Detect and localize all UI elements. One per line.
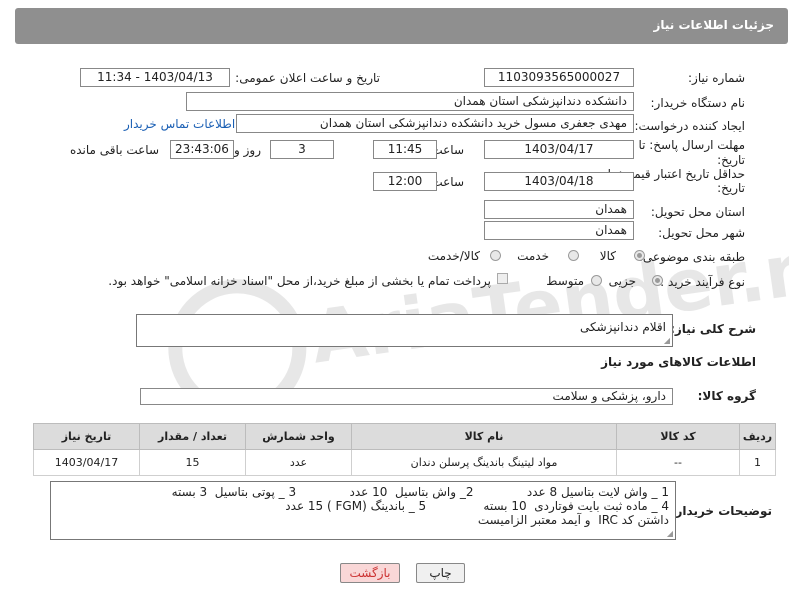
category-radio-goods[interactable] — [634, 250, 645, 261]
resize-grip-icon: ◢ — [666, 529, 673, 538]
need-number-label: شماره نیاز: — [688, 71, 745, 85]
reply-deadline-label: مهلت ارسال پاسخ: تا — [638, 138, 745, 152]
resize-grip-icon: ◢ — [663, 336, 670, 345]
description-textarea[interactable]: اقلام دندانپزشکی ◢ — [136, 314, 673, 347]
cell-item-code: -- — [616, 449, 740, 476]
goods-section-title: اطلاعات کالاهای مورد نیاز — [601, 355, 756, 369]
category-radio-goods-service[interactable] — [490, 250, 501, 261]
process-label: نوع فرآیند خرید : — [660, 275, 745, 289]
table-header-row: ردیف کد کالا نام کالا واحد شمارش تعداد /… — [33, 423, 776, 450]
items-table: ردیف کد کالا نام کالا واحد شمارش تعداد /… — [33, 423, 776, 476]
description-label: شرح کلی نیاز: — [670, 322, 756, 336]
notes-line-1: 1 _ واش لایت بتاسیل 8 عدد 2_ واش بتاسیل … — [171, 485, 669, 499]
contact-info-link[interactable]: اطلاعات تماس خریدار — [124, 117, 235, 131]
announce-field: 1403/04/13 - 11:34 — [80, 68, 230, 87]
col-unit: واحد شمارش — [245, 423, 352, 450]
buyer-notes-textarea[interactable]: 1 _ واش لایت بتاسیل 8 عدد 2_ واش بتاسیل … — [50, 481, 676, 540]
price-date-field: 1403/04/18 — [484, 172, 634, 191]
reply-deadline-label-2: تاریخ: — [717, 153, 745, 167]
days-label: روز و — [234, 143, 261, 157]
process-option-medium: متوسط — [546, 274, 584, 288]
announce-label: تاریخ و ساعت اعلان عمومی: — [235, 71, 380, 85]
panel-header: جزئیات اطلاعات نیاز — [15, 8, 788, 44]
col-row-number: ردیف — [739, 423, 776, 450]
remaining-time-field: 23:43:06 — [170, 140, 234, 159]
reply-time-field: 11:45 — [373, 140, 437, 159]
category-option-goods-service: کالا/خدمت — [427, 249, 480, 263]
treasury-payment-note: پرداخت تمام یا بخشی از مبلغ خرید،از محل … — [108, 274, 491, 288]
category-label: طبقه بندی موضوعی: — [638, 250, 745, 264]
table-row: 1 -- مواد لیتینگ باندینگ پرسلن دندان عدد… — [33, 449, 776, 476]
col-item-name: نام کالا — [351, 423, 617, 450]
cell-unit: عدد — [245, 449, 352, 476]
cell-quantity: 15 — [139, 449, 246, 476]
description-text: اقلام دندانپزشکی — [579, 320, 666, 334]
print-button[interactable]: چاپ — [416, 563, 465, 583]
cell-item-name: مواد لیتینگ باندینگ پرسلن دندان — [351, 449, 617, 476]
category-option-goods: کالا — [599, 249, 616, 263]
province-field: همدان — [484, 200, 634, 219]
page-title: جزئیات اطلاعات نیاز — [653, 18, 774, 32]
process-radio-minor[interactable] — [652, 275, 663, 286]
process-radio-medium[interactable] — [591, 275, 602, 286]
goods-group-field: دارو، پزشکی و سلامت — [140, 388, 673, 405]
buyer-org-field: دانشکدە دندانپزشکی استان همدان — [186, 92, 634, 111]
back-button[interactable]: بازگشت — [340, 563, 400, 583]
remaining-time-label: ساعت باقی مانده — [69, 143, 159, 157]
col-item-code: کد کالا — [616, 423, 740, 450]
notes-line-2: 4 _ ماده ثبت بایت فوتاردی 10 بسته 5 _ با… — [285, 499, 669, 513]
col-need-date: تاریخ نیاز — [33, 423, 140, 450]
buyer-notes-label: توضیحات خریدار: — [670, 504, 772, 518]
process-option-minor: جزیی — [608, 274, 636, 288]
category-radio-service[interactable] — [568, 250, 579, 261]
city-label: شهر محل تحویل: — [658, 226, 745, 240]
reply-date-field: 1403/04/17 — [484, 140, 634, 159]
need-number-field: 1103093565000027 — [484, 68, 634, 87]
creator-label: ایجاد کننده درخواست: — [634, 119, 745, 133]
notes-line-3: داشتن کد IRC و آیمد معتبر الزامیست — [477, 513, 669, 527]
goods-group-label: گروه کالا: — [697, 389, 756, 403]
treasury-payment-checkbox[interactable] — [497, 273, 508, 284]
price-time-field: 12:00 — [373, 172, 437, 191]
buyer-org-label: نام دستگاه خریدار: — [650, 96, 746, 110]
col-quantity: تعداد / مقدار — [139, 423, 246, 450]
province-label: استان محل تحویل: — [650, 205, 745, 219]
price-validity-label-2: تاریخ: — [717, 181, 745, 195]
creator-field: مهدی جعفری مسول خرید دانشکده دندانپزشکی … — [236, 114, 634, 133]
cell-need-date: 1403/04/17 — [33, 449, 140, 476]
cell-row-number: 1 — [739, 449, 776, 476]
category-option-service: خدمت — [517, 249, 549, 263]
days-field: 3 — [270, 140, 334, 159]
city-field: همدان — [484, 221, 634, 240]
